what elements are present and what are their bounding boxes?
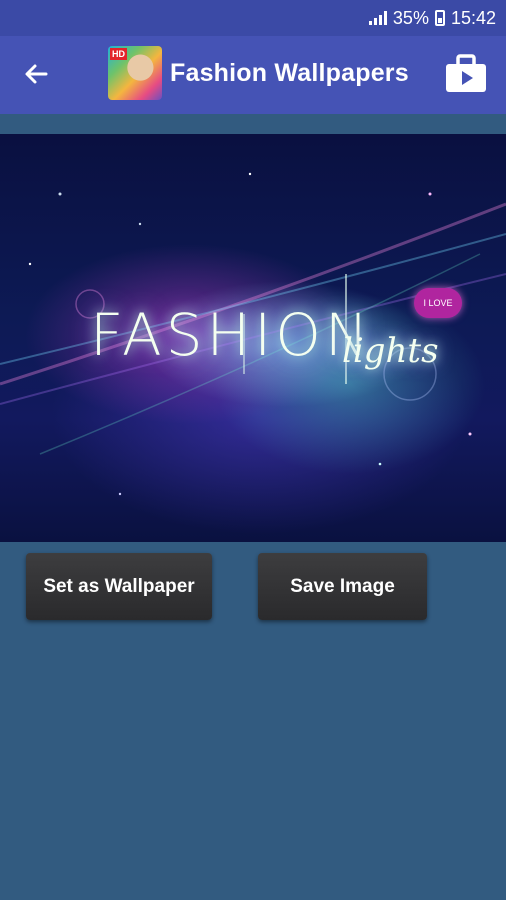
battery-icon <box>434 10 445 26</box>
share-icon[interactable] <box>444 54 488 94</box>
wallpaper-preview: FASHION lights I LOVE <box>0 134 506 542</box>
back-arrow-icon[interactable] <box>20 58 52 90</box>
status-bar: 35% 15:42 <box>0 0 506 36</box>
wallpaper-subtitle: lights <box>342 331 439 371</box>
set-as-wallpaper-button[interactable]: Set as Wallpaper <box>26 553 212 620</box>
battery-percentage: 35% <box>392 7 429 28</box>
signal-icon <box>368 11 387 25</box>
save-image-button[interactable]: Save Image <box>258 553 427 620</box>
app-title: Fashion Wallpapers <box>170 59 409 87</box>
wallpaper-badge: I LOVE <box>414 288 462 318</box>
app-bar: HD Fashion Wallpapers <box>0 36 506 114</box>
clock: 15:42 <box>450 7 496 28</box>
app-logo: HD <box>108 46 162 100</box>
wallpaper-title: FASHION <box>90 301 373 369</box>
hd-badge: HD <box>110 48 127 60</box>
